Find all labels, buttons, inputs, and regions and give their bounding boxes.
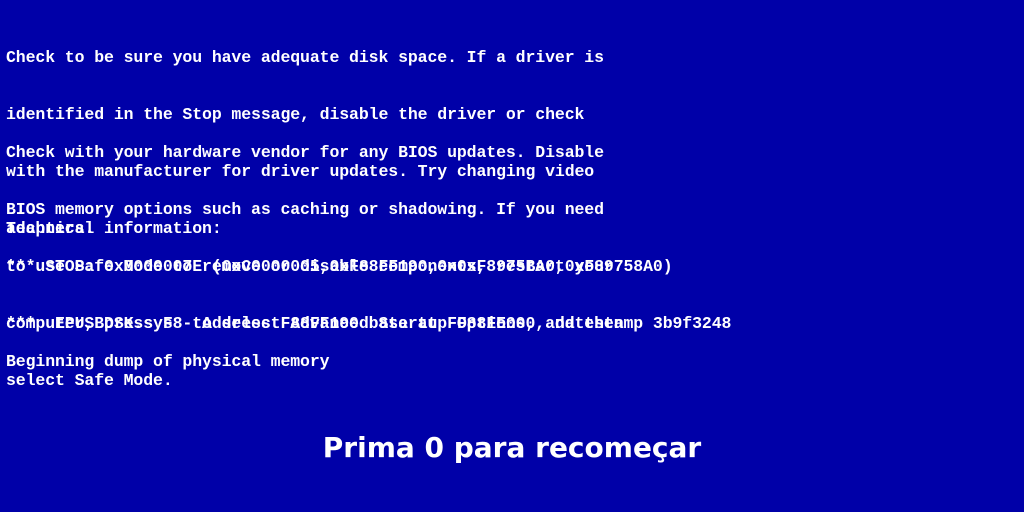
text-line: Check to be sure you have adequate disk … [6, 48, 604, 67]
technical-info-heading: Technical information: [6, 219, 222, 238]
stop-code-line: *** STOP: 0x0000007E (0xC0000005,0xF88FF… [6, 257, 673, 276]
bsod-screen: Check to be sure you have adequate disk … [0, 0, 1024, 512]
restart-prompt: Prima 0 para recomeçar [322, 431, 702, 464]
text-line: Check with your hardware vendor for any … [6, 143, 604, 162]
text-line: select Safe Mode. [6, 371, 173, 390]
text-line: BIOS memory options such as caching or s… [6, 200, 604, 219]
memory-dump-status: Beginning dump of physical memory [6, 352, 330, 371]
faulting-driver-line: *** EPUSBDSK.sys - Address F88FF190 base… [6, 314, 732, 333]
